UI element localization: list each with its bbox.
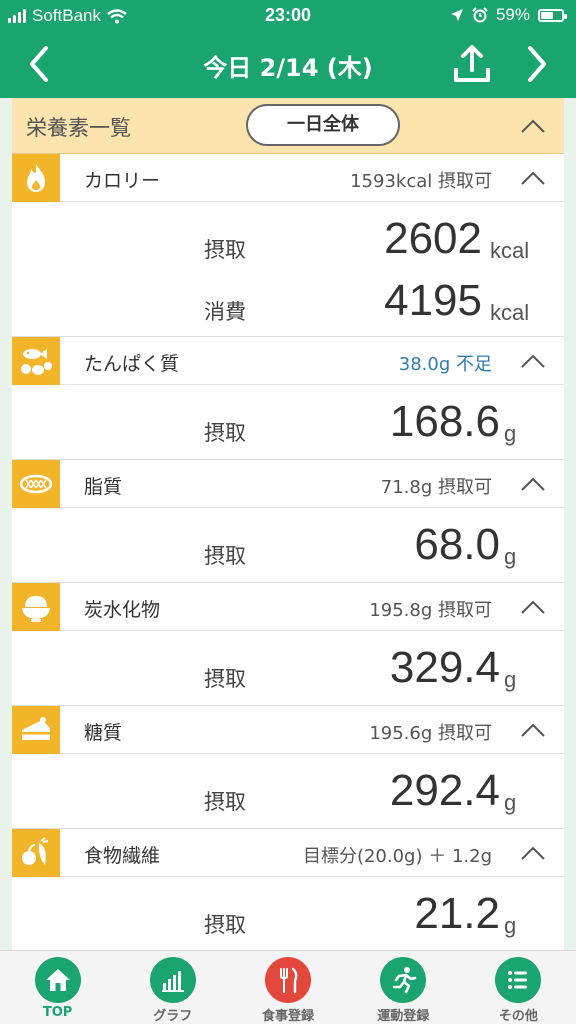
intake-row: 摂取 68.0 g: [12, 508, 564, 582]
row-value: 4195: [384, 276, 482, 325]
row-unit: kcal: [490, 300, 530, 325]
rice-bowl-icon: [12, 583, 60, 631]
next-day-button[interactable]: [518, 44, 554, 84]
row-value: 68.0: [414, 520, 500, 569]
chevron-up-icon[interactable]: [520, 722, 546, 738]
status-bar: SoftBank 23:00 59%: [0, 0, 576, 32]
section-sugar: 糖質 195.6g 摂取可 摂取 292.4 g: [12, 706, 564, 829]
battery-percent: 59%: [495, 5, 530, 24]
nav-bar: 今日 2/14 (木): [0, 32, 576, 98]
chevron-up-icon[interactable]: [520, 353, 546, 369]
section-header-calories[interactable]: カロリー 1593kcal 摂取可: [12, 154, 564, 202]
section-status: 195.6g 摂取可: [369, 723, 492, 744]
row-value: 329.4: [389, 643, 500, 692]
status-right: 59%: [450, 5, 567, 25]
section-name: 食物繊維: [84, 845, 161, 867]
section-carbohydrate: 炭水化物 195.8g 摂取可 摂取 329.4 g: [12, 583, 564, 706]
section-status: 目標分(20.0g) ＋ 1.2g: [302, 846, 492, 867]
section-name: たんぱく質: [84, 353, 180, 375]
intake-row: 摂取 21.2 g: [12, 877, 564, 950]
section-calories: カロリー 1593kcal 摂取可 摂取 2602 kcal 消費 4195 k…: [12, 154, 564, 337]
tab-top[interactable]: TOP: [0, 951, 115, 1024]
tab-label: その他: [498, 1009, 538, 1024]
intake-row: 摂取 292.4 g: [12, 754, 564, 828]
section-header-fiber[interactable]: 食物繊維 目標分(20.0g) ＋ 1.2g: [12, 829, 564, 877]
burned-row: 消費 4195 kcal: [12, 274, 564, 336]
row-label: 摂取: [204, 790, 246, 814]
row-unit: g: [504, 421, 517, 446]
tab-exercise-log[interactable]: 運動登録: [346, 951, 461, 1024]
tab-bar: TOP グラフ 食事登録 運動登録 その他: [0, 950, 576, 1024]
section-name: 炭水化物: [84, 599, 161, 621]
fork-knife-icon: [265, 957, 311, 1003]
bar-chart-icon: [149, 957, 196, 1003]
cake-icon: [12, 706, 60, 754]
tab-label: 食事登録: [262, 1009, 315, 1024]
fat-icon: [12, 460, 60, 508]
section-fat: 脂質 71.8g 摂取可 摂取 68.0 g: [12, 460, 564, 583]
row-unit: g: [504, 544, 517, 569]
section-fiber: 食物繊維 目標分(20.0g) ＋ 1.2g 摂取 21.2 g: [12, 829, 564, 950]
section-header-protein[interactable]: たんぱく質 38.0g 不足: [12, 337, 564, 385]
chevron-up-icon[interactable]: [520, 599, 546, 615]
collapse-all-chevron-icon[interactable]: [520, 118, 546, 134]
row-value: 292.4: [389, 766, 500, 815]
tab-meal-log[interactable]: 食事登録: [230, 951, 345, 1024]
section-status: 71.8g 摂取可: [380, 477, 492, 498]
section-name: 糖質: [84, 722, 123, 744]
list-icon: [495, 957, 542, 1003]
vegetable-icon: [12, 829, 60, 877]
tab-label: グラフ: [153, 1009, 193, 1024]
chevron-up-icon[interactable]: [520, 845, 546, 861]
home-icon: [34, 957, 81, 1003]
intake-row: 摂取 329.4 g: [12, 631, 564, 705]
tab-graph[interactable]: グラフ: [115, 951, 230, 1024]
row-label: 摂取: [204, 238, 246, 262]
row-label: 摂取: [204, 667, 246, 691]
top-bar: SoftBank 23:00 59% 今日 2/14 (木): [0, 0, 576, 98]
section-status: 195.8g 摂取可: [369, 600, 492, 621]
flame-icon: [12, 154, 60, 202]
nutrient-list[interactable]: 栄養素一覧 一日全体 カロリー 1593kcal 摂取可 摂取 2602 kca…: [12, 98, 564, 950]
row-label: 摂取: [204, 421, 246, 445]
chevron-up-icon[interactable]: [520, 170, 546, 186]
all-day-filter-button[interactable]: 一日全体: [246, 104, 400, 146]
section-header-carbohydrate[interactable]: 炭水化物 195.8g 摂取可: [12, 583, 564, 631]
chevron-up-icon[interactable]: [520, 476, 546, 492]
row-label: 消費: [204, 300, 246, 324]
row-unit: g: [504, 667, 517, 692]
location-icon: [450, 9, 463, 21]
section-protein: たんぱく質 38.0g 不足 摂取 168.6 g: [12, 337, 564, 460]
row-unit: g: [504, 913, 517, 938]
protein-food-icon: [12, 337, 60, 385]
section-name: 脂質: [84, 476, 123, 498]
intake-row: 摂取 2602 kcal: [12, 212, 564, 274]
section-header-sugar[interactable]: 糖質 195.6g 摂取可: [12, 706, 564, 754]
row-label: 摂取: [204, 544, 246, 568]
row-unit: g: [504, 790, 517, 815]
tab-label: TOP: [42, 1005, 73, 1020]
battery-icon: [538, 8, 567, 22]
share-button[interactable]: [450, 42, 494, 86]
summary-bar: 栄養素一覧 一日全体: [12, 98, 564, 154]
row-value: 2602: [384, 214, 482, 263]
section-status: 1593kcal 摂取可: [350, 171, 492, 192]
row-label: 摂取: [204, 913, 246, 937]
section-status: 38.0g 不足: [398, 354, 492, 375]
row-value: 168.6: [389, 397, 500, 446]
row-value: 21.2: [414, 889, 500, 938]
intake-row: 摂取 168.6 g: [12, 385, 564, 459]
section-header-fat[interactable]: 脂質 71.8g 摂取可: [12, 460, 564, 508]
tab-other[interactable]: その他: [461, 951, 576, 1024]
tab-label: 運動登録: [377, 1009, 430, 1024]
summary-label: 栄養素一覧: [26, 116, 131, 140]
alarm-icon: [472, 7, 488, 23]
section-name: カロリー: [84, 170, 161, 192]
row-unit: kcal: [490, 238, 530, 263]
running-icon: [380, 957, 427, 1003]
